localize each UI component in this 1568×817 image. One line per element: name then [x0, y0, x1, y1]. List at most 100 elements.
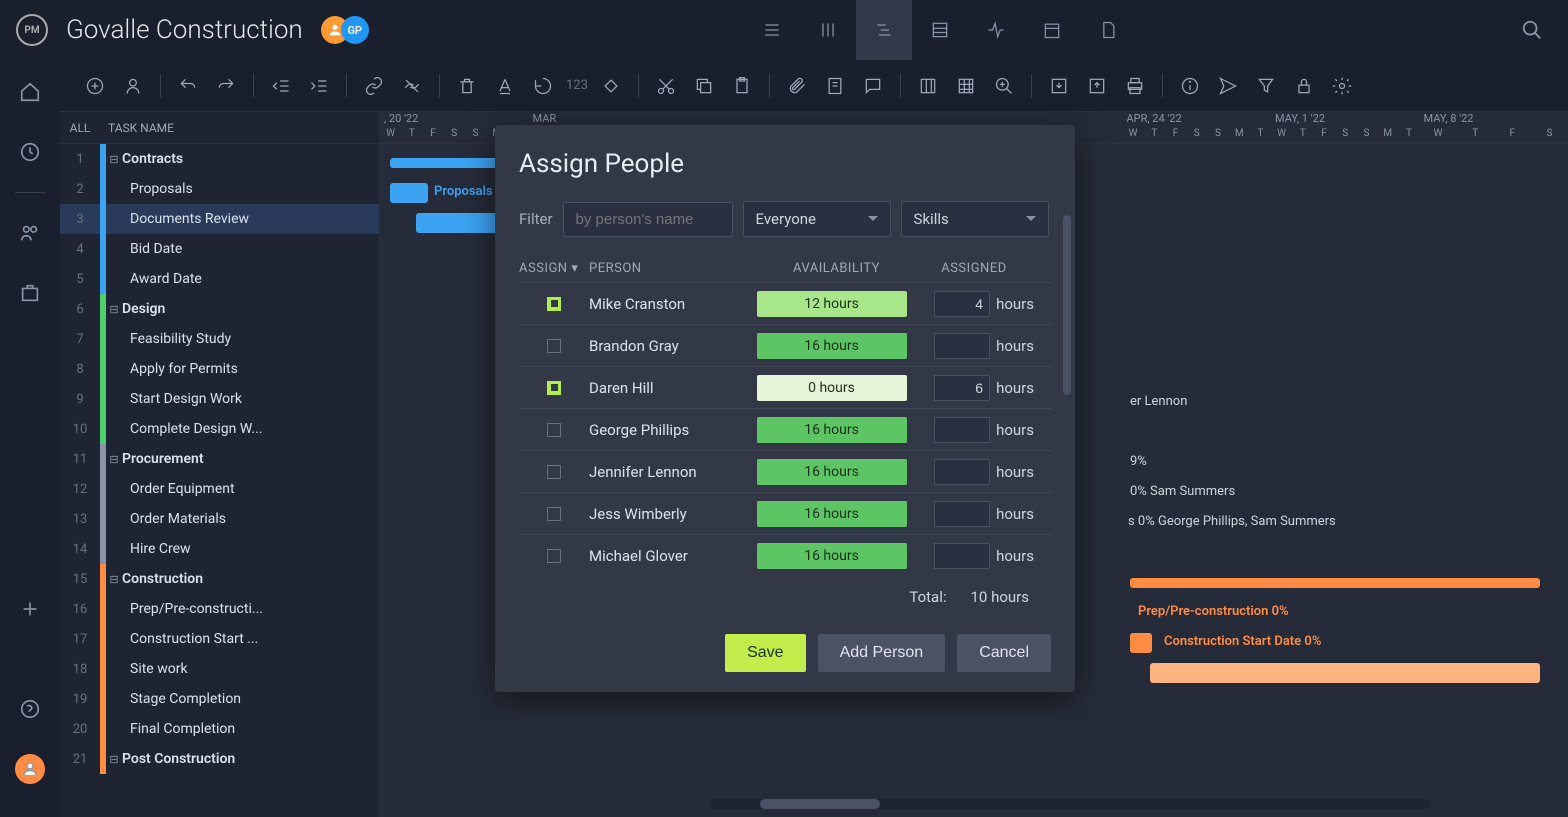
task-row[interactable]: 2 Proposals — [60, 174, 379, 204]
assign-checkbox[interactable] — [519, 423, 589, 437]
taskname-column-header[interactable]: TASK NAME — [100, 121, 174, 135]
view-list-icon[interactable] — [744, 0, 800, 60]
task-row[interactable]: 9 Start Design Work — [60, 384, 379, 414]
paste-icon[interactable] — [725, 69, 759, 103]
task-row[interactable]: 6 ⊟ Design — [60, 294, 379, 324]
filter-skills-select[interactable]: Skills — [901, 201, 1049, 237]
gantt-bar-constart[interactable] — [1130, 633, 1152, 653]
view-gantt-icon[interactable] — [856, 0, 912, 60]
task-row[interactable]: 4 Bid Date — [60, 234, 379, 264]
filter-name-input[interactable] — [563, 202, 733, 237]
assign-person-icon[interactable] — [116, 69, 150, 103]
nav-help-icon[interactable] — [10, 689, 50, 729]
task-row[interactable]: 18 Site work — [60, 654, 379, 684]
unlink-icon[interactable] — [395, 69, 429, 103]
task-row[interactable]: 20 Final Completion — [60, 714, 379, 744]
task-row[interactable]: 8 Apply for Permits — [60, 354, 379, 384]
assigned-hours-input[interactable] — [934, 375, 990, 401]
cancel-button[interactable]: Cancel — [957, 634, 1051, 672]
zoom-icon[interactable] — [987, 69, 1021, 103]
nav-home-icon[interactable] — [10, 72, 50, 112]
nav-portfolio-icon[interactable] — [10, 273, 50, 313]
expand-icon[interactable]: ⊟ — [106, 303, 122, 316]
assigned-hours-input[interactable] — [934, 543, 990, 569]
print-icon[interactable] — [1118, 69, 1152, 103]
nav-recent-icon[interactable] — [10, 132, 50, 172]
lock-icon[interactable] — [1287, 69, 1321, 103]
indent-icon[interactable] — [302, 69, 336, 103]
all-column-header[interactable]: ALL — [60, 121, 100, 135]
modal-scrollbar[interactable] — [1063, 215, 1071, 395]
link-icon[interactable] — [357, 69, 391, 103]
assign-checkbox[interactable] — [519, 549, 589, 563]
view-activity-icon[interactable] — [968, 0, 1024, 60]
task-row[interactable]: 19 Stage Completion — [60, 684, 379, 714]
assigned-hours-input[interactable] — [934, 459, 990, 485]
text-style-icon[interactable] — [488, 69, 522, 103]
assigned-hours-input[interactable] — [934, 417, 990, 443]
grid-icon[interactable] — [949, 69, 983, 103]
assigned-hours-input[interactable] — [934, 501, 990, 527]
view-sheet-icon[interactable] — [912, 0, 968, 60]
import-icon[interactable] — [1042, 69, 1076, 103]
expand-icon[interactable]: ⊟ — [106, 153, 122, 166]
assigned-hours-input[interactable] — [934, 333, 990, 359]
task-row[interactable]: 1 ⊟ Contracts — [60, 144, 379, 174]
export-icon[interactable] — [1080, 69, 1114, 103]
filter-icon[interactable] — [1249, 69, 1283, 103]
note-icon[interactable] — [818, 69, 852, 103]
task-row[interactable]: 15 ⊟ Construction — [60, 564, 379, 594]
columns-icon[interactable] — [911, 69, 945, 103]
task-row[interactable]: 7 Feasibility Study — [60, 324, 379, 354]
assigned-hours-input[interactable] — [934, 291, 990, 317]
app-logo[interactable]: PM — [16, 14, 48, 46]
gantt-bar-sitework[interactable] — [1150, 663, 1540, 683]
add-task-icon[interactable] — [78, 69, 112, 103]
outdent-icon[interactable] — [264, 69, 298, 103]
assign-checkbox[interactable] — [519, 465, 589, 479]
attachment-icon[interactable] — [780, 69, 814, 103]
expand-icon[interactable]: ⊟ — [106, 753, 122, 766]
assign-checkbox[interactable] — [519, 339, 589, 353]
redo-icon[interactable] — [209, 69, 243, 103]
task-row[interactable]: 11 ⊟ Procurement — [60, 444, 379, 474]
task-row[interactable]: 21 ⊟ Post Construction — [60, 744, 379, 774]
th-assigned[interactable]: ASSIGNED — [914, 261, 1034, 276]
nav-add-icon[interactable] — [10, 589, 50, 629]
copy-icon[interactable] — [687, 69, 721, 103]
member-avatars[interactable]: GP — [321, 16, 369, 44]
task-row[interactable]: 5 Award Date — [60, 264, 379, 294]
nav-user-avatar[interactable] — [10, 749, 50, 789]
expand-icon[interactable]: ⊟ — [106, 453, 122, 466]
expand-icon[interactable]: ⊟ — [106, 573, 122, 586]
gantt-bar-construction[interactable] — [1130, 578, 1540, 588]
save-button[interactable]: Save — [725, 634, 805, 672]
milestone-icon[interactable] — [594, 69, 628, 103]
settings-icon[interactable] — [1325, 69, 1359, 103]
reset-icon[interactable] — [526, 69, 560, 103]
task-row[interactable]: 10 Complete Design W... — [60, 414, 379, 444]
view-board-icon[interactable] — [800, 0, 856, 60]
avatar-2[interactable]: GP — [341, 16, 369, 44]
filter-group-select[interactable]: Everyone — [743, 201, 891, 237]
undo-icon[interactable] — [171, 69, 205, 103]
assign-checkbox[interactable] — [519, 297, 589, 311]
assign-checkbox[interactable] — [519, 381, 589, 395]
task-row[interactable]: 13 Order Materials — [60, 504, 379, 534]
info-icon[interactable] — [1173, 69, 1207, 103]
th-availability[interactable]: AVAILABILITY — [759, 261, 914, 276]
task-row[interactable]: 12 Order Equipment — [60, 474, 379, 504]
nav-team-icon[interactable] — [10, 213, 50, 253]
horizontal-scrollbar[interactable] — [710, 799, 1430, 809]
view-calendar-icon[interactable] — [1024, 0, 1080, 60]
task-row[interactable]: 17 Construction Start ... — [60, 624, 379, 654]
gantt-bar-proposals[interactable] — [390, 183, 428, 203]
task-row[interactable]: 16 Prep/Pre-constructi... — [60, 594, 379, 624]
delete-icon[interactable] — [450, 69, 484, 103]
search-icon[interactable] — [1512, 19, 1552, 41]
task-row[interactable]: 14 Hire Crew — [60, 534, 379, 564]
cut-icon[interactable] — [649, 69, 683, 103]
assign-checkbox[interactable] — [519, 507, 589, 521]
comment-icon[interactable] — [856, 69, 890, 103]
send-icon[interactable] — [1211, 69, 1245, 103]
